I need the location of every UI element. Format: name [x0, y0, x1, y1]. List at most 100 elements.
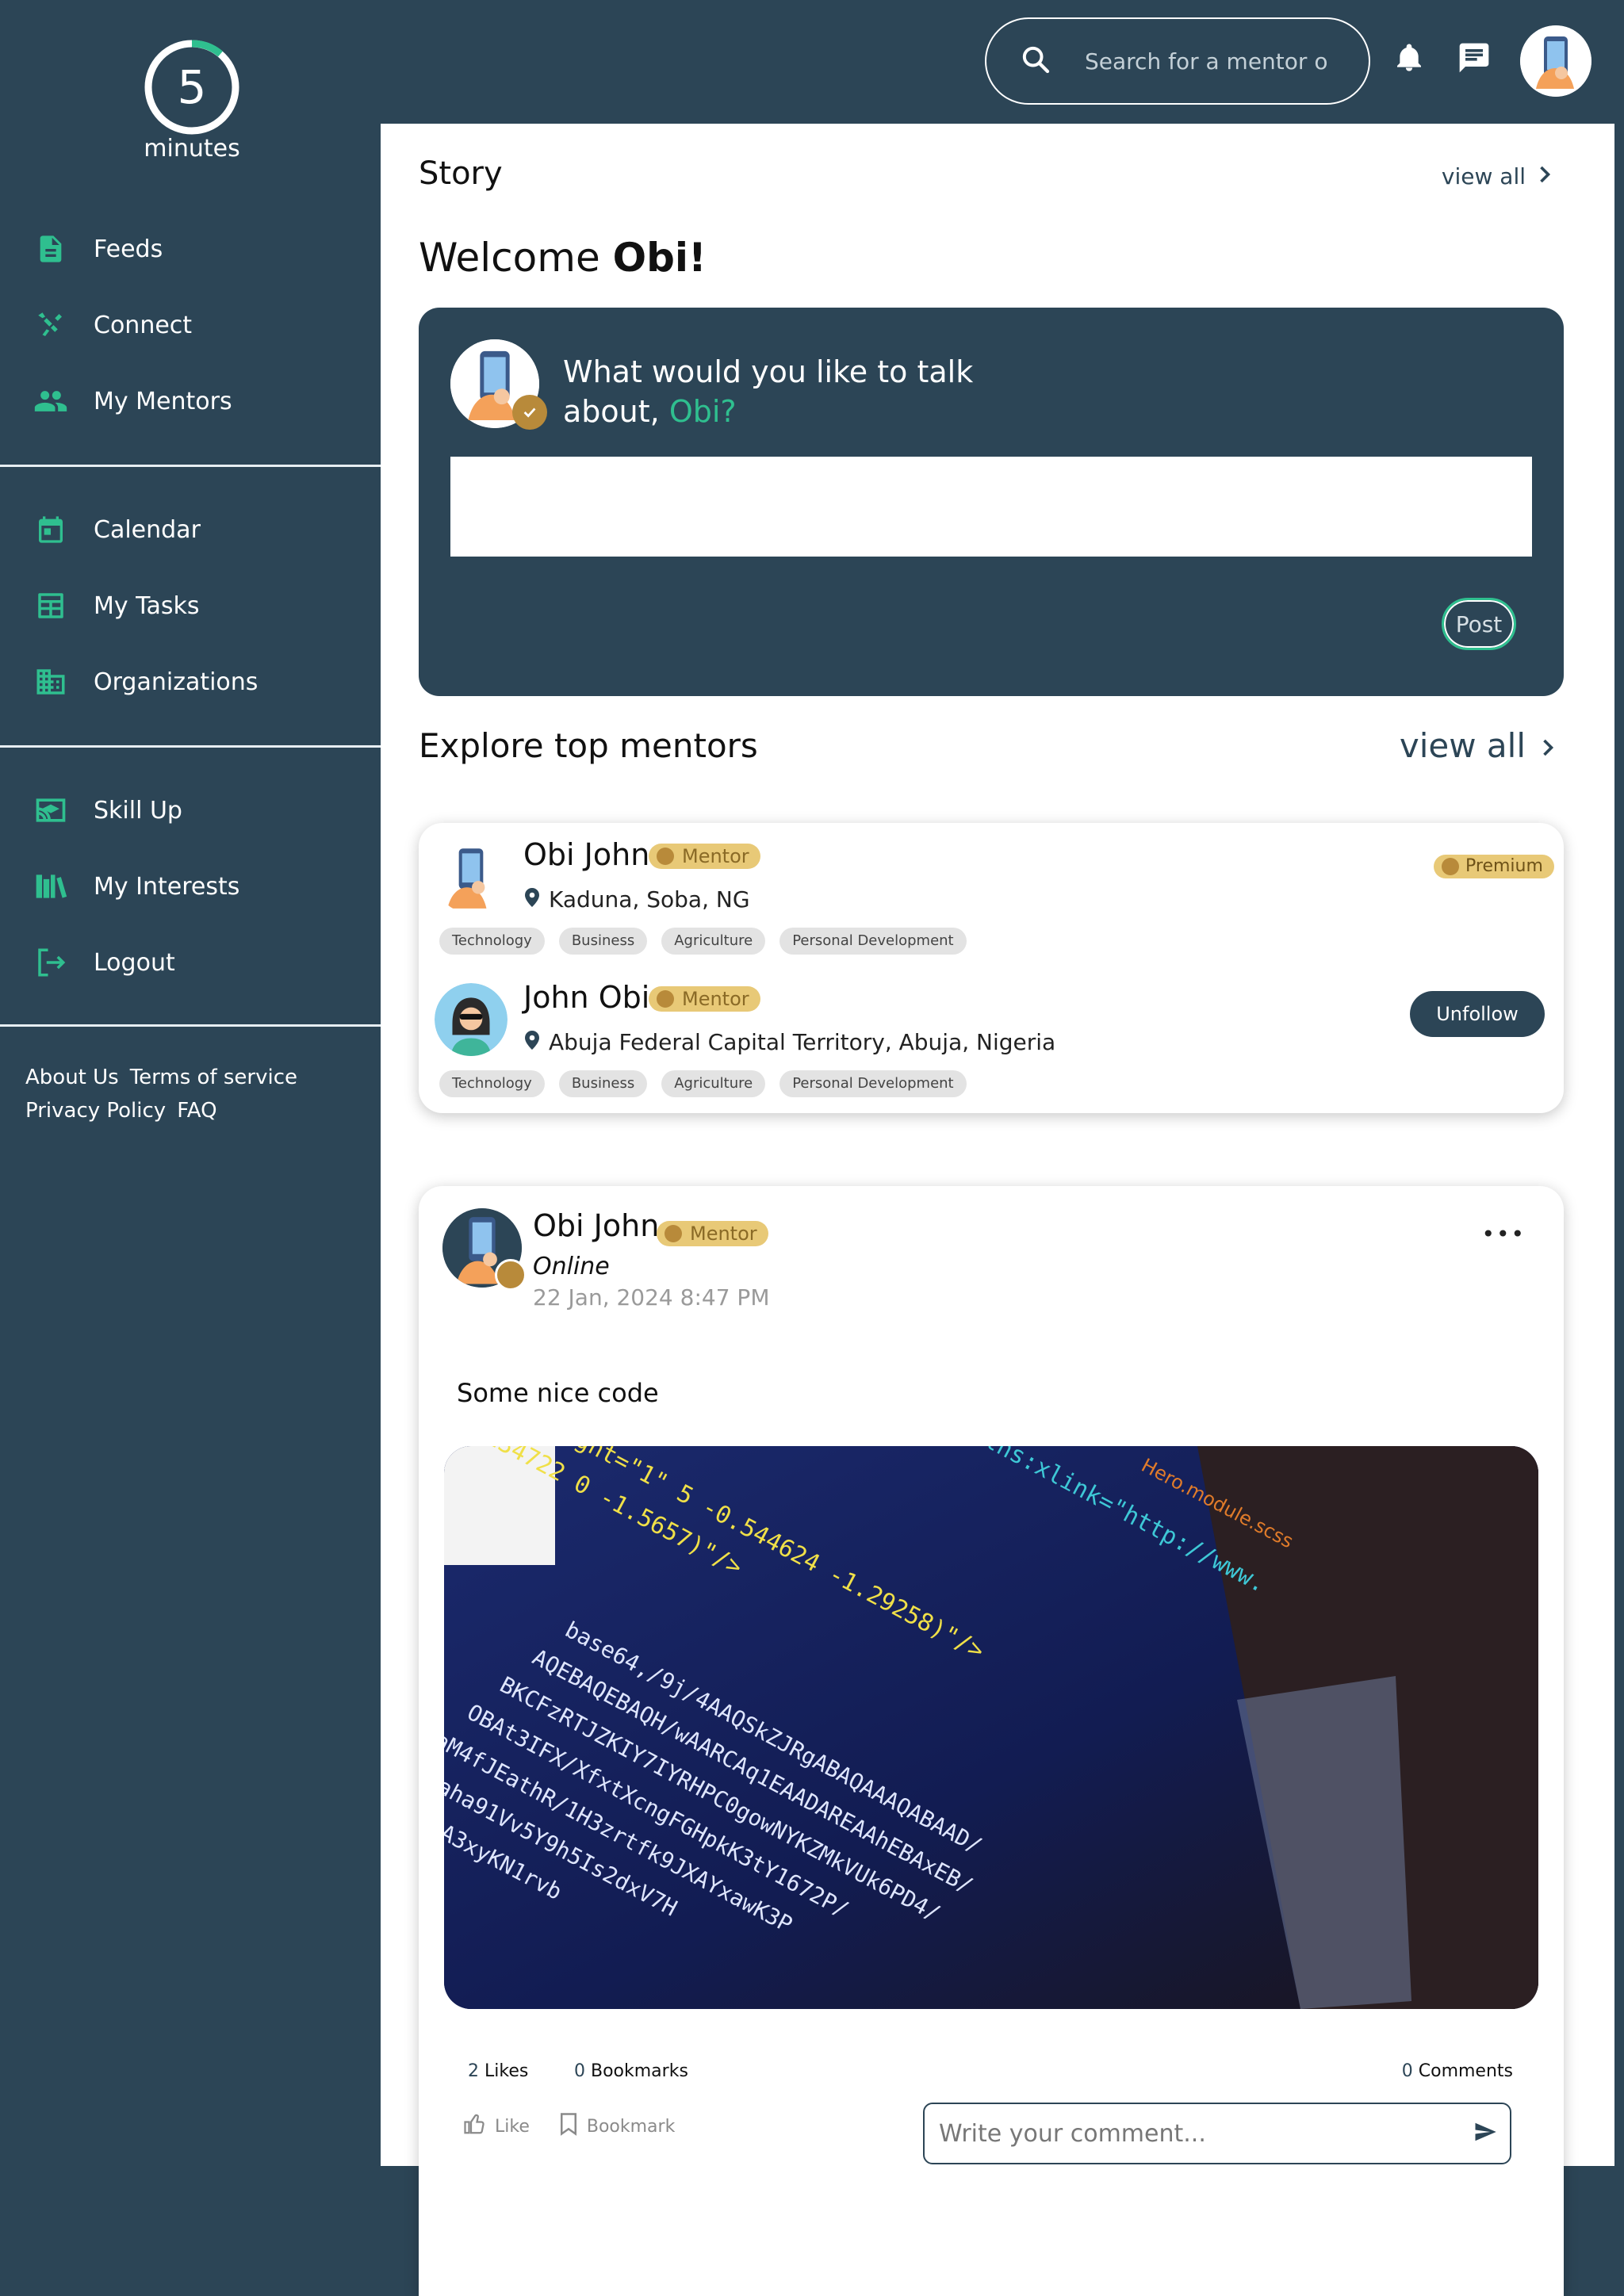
- comment-input[interactable]: [937, 2118, 1473, 2149]
- sidebar-footer: About Us Terms of service Privacy Policy F…: [25, 1061, 308, 1127]
- mentors-card: Obi John Mentor Kaduna, Soba, NG Technol…: [419, 823, 1564, 1113]
- chat-icon[interactable]: [1454, 38, 1494, 78]
- welcome-name: Obi!: [612, 235, 707, 281]
- mentor-row[interactable]: John Obi Mentor Abuja Federal Capital Te…: [419, 974, 1564, 1108]
- verified-badge-icon: [665, 1225, 682, 1242]
- tag-chip[interactable]: Personal Development: [779, 928, 967, 955]
- mentor-name[interactable]: Obi John: [523, 837, 649, 872]
- post-actions: Like Bookmark: [463, 2112, 675, 2141]
- tasks-icon: [33, 588, 68, 623]
- likes-count[interactable]: 2 Likes: [468, 2061, 528, 2081]
- avatar-illustration-icon: [1520, 25, 1591, 97]
- tag-chip[interactable]: Business: [558, 1070, 648, 1097]
- sidebar-item-feeds[interactable]: Feeds: [0, 211, 381, 287]
- tag-chip[interactable]: Agriculture: [661, 928, 766, 955]
- mentor-tags: Technology Business Agriculture Personal…: [439, 1070, 967, 1097]
- mentor-avatar[interactable]: [435, 840, 508, 913]
- bell-icon[interactable]: [1389, 38, 1429, 78]
- welcome-prefix: Welcome: [419, 235, 600, 281]
- sidebar-item-connect[interactable]: Connect: [0, 287, 381, 363]
- comments-label: Comments: [1418, 2061, 1513, 2081]
- document-icon: [33, 232, 68, 266]
- send-icon[interactable]: [1473, 2120, 1497, 2147]
- bookmarks-number: 0: [574, 2061, 585, 2081]
- tag-chip[interactable]: Business: [558, 928, 648, 955]
- mentor-badge: Mentor: [649, 986, 760, 1012]
- post-text: Some nice code: [457, 1378, 659, 1408]
- privacy-link[interactable]: Privacy Policy: [25, 1099, 166, 1123]
- mentor-avatar[interactable]: [435, 983, 508, 1056]
- post-image[interactable]: 1" height="1" 5 -0.544624 -1.29258)"/> 0…: [444, 1446, 1538, 2009]
- bookmark-label: Bookmark: [586, 2116, 676, 2137]
- mentor-location: Abuja Federal Capital Territory, Abuja, …: [525, 1029, 1055, 1055]
- sidebar-divider: [0, 745, 381, 748]
- app-logo[interactable]: 5 minutes: [141, 38, 243, 163]
- composer-prompt-name: Obi?: [668, 394, 737, 429]
- bookmark-icon: [558, 2112, 579, 2141]
- verified-badge-icon: [495, 1259, 527, 1291]
- people-icon: [33, 384, 68, 419]
- mentors-view-all-link[interactable]: view all: [1400, 726, 1554, 765]
- mentor-name[interactable]: John Obi: [523, 980, 649, 1015]
- post-button[interactable]: Post: [1442, 598, 1516, 650]
- sidebar-item-my-mentors[interactable]: My Mentors: [0, 363, 381, 439]
- faq-link[interactable]: FAQ: [177, 1099, 216, 1123]
- mentor-badge: Mentor: [657, 1221, 768, 1246]
- feed-post: Obi John Mentor Online 22 Jan, 2024 8:47…: [419, 1186, 1564, 2296]
- composer-textarea[interactable]: [450, 457, 1532, 557]
- welcome-heading: Welcome Obi!: [419, 235, 707, 281]
- avatar-illustration-icon: [435, 983, 508, 1056]
- bookmark-button[interactable]: Bookmark: [558, 2112, 675, 2141]
- scrollbar[interactable]: [1614, 124, 1624, 568]
- search-icon[interactable]: [1020, 44, 1051, 78]
- sidebar: 5 minutes Feeds Connect My Mentors Calen…: [0, 0, 381, 2166]
- terms-link[interactable]: Terms of service: [130, 1066, 297, 1089]
- story-title: Story: [419, 155, 503, 192]
- sidebar-item-logout[interactable]: Logout: [0, 924, 381, 1001]
- main-content: Story view all Welcome Obi! What would y…: [381, 124, 1614, 2296]
- search-bar[interactable]: [985, 17, 1370, 105]
- sidebar-item-skill-up[interactable]: Skill Up: [0, 772, 381, 848]
- verified-badge-icon: [512, 395, 547, 430]
- mentor-badge-label: Mentor: [682, 988, 749, 1010]
- like-label: Like: [495, 2116, 530, 2137]
- logo-word: minutes: [144, 135, 240, 163]
- sidebar-item-label: Skill Up: [94, 796, 182, 825]
- like-button[interactable]: Like: [463, 2112, 530, 2141]
- logo-ring-icon: 5: [144, 40, 239, 135]
- sidebar-item-organizations[interactable]: Organizations: [0, 644, 381, 720]
- sidebar-item-calendar[interactable]: Calendar: [0, 492, 381, 568]
- svg-text:5: 5: [178, 60, 207, 114]
- tag-chip[interactable]: Personal Development: [779, 1070, 967, 1097]
- location-pin-icon: [525, 1029, 539, 1055]
- explore-title: Explore top mentors: [419, 726, 758, 765]
- more-options-icon[interactable]: •••: [1481, 1221, 1526, 1247]
- likes-number: 2: [468, 2061, 479, 2081]
- user-avatar[interactable]: [1520, 25, 1591, 97]
- bookmarks-count[interactable]: 0 Bookmarks: [574, 2061, 688, 2081]
- sidebar-item-label: My Interests: [94, 872, 240, 901]
- search-input[interactable]: [1083, 47, 1353, 75]
- tag-chip[interactable]: Technology: [439, 1070, 545, 1097]
- likes-label: Likes: [485, 2061, 529, 2081]
- mentor-badge-label: Mentor: [682, 845, 749, 867]
- verified-badge-icon: [1442, 858, 1459, 875]
- tag-chip[interactable]: Technology: [439, 928, 545, 955]
- tag-chip[interactable]: Agriculture: [661, 1070, 766, 1097]
- unfollow-button[interactable]: Unfollow: [1410, 991, 1545, 1037]
- sidebar-item-label: Calendar: [94, 515, 201, 544]
- sidebar-item-my-tasks[interactable]: My Tasks: [0, 568, 381, 644]
- sidebar-item-my-interests[interactable]: My Interests: [0, 848, 381, 924]
- post-author-status: Online: [533, 1253, 610, 1280]
- calendar-icon: [33, 512, 68, 547]
- sidebar-item-label: Feeds: [94, 235, 163, 263]
- nav-group-planning: Calendar My Tasks Organizations: [0, 492, 381, 720]
- sidebar-item-label: Logout: [94, 948, 175, 977]
- story-view-all-link[interactable]: view all: [1442, 163, 1551, 189]
- post-author-name[interactable]: Obi John: [533, 1208, 659, 1243]
- about-link[interactable]: About Us: [25, 1066, 119, 1089]
- sidebar-item-label: My Mentors: [94, 387, 232, 415]
- mentor-row[interactable]: Obi John Mentor Kaduna, Soba, NG Technol…: [419, 831, 1564, 966]
- books-icon: [33, 869, 68, 904]
- comments-count[interactable]: 0 Comments: [1402, 2061, 1513, 2081]
